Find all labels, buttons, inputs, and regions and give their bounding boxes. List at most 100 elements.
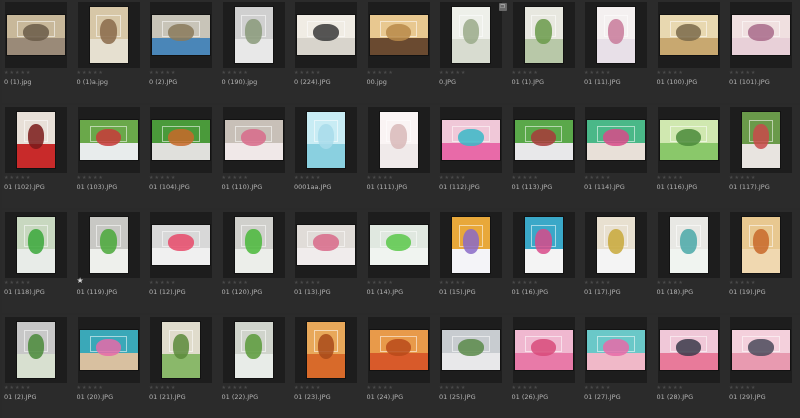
thumbnail-frame[interactable] (512, 212, 575, 278)
thumbnail-frame[interactable] (295, 317, 357, 383)
rating-stars[interactable]: ★★★★★ (222, 385, 249, 391)
thumbnail-frame[interactable] (77, 317, 140, 383)
thumbnail-frame[interactable] (295, 107, 357, 173)
rating-stars[interactable]: ★★★★★ (584, 385, 611, 391)
rating-stars[interactable]: ★★★★★ (584, 175, 611, 181)
thumbnail-image[interactable] (17, 112, 55, 168)
thumbnail-frame[interactable] (512, 317, 575, 383)
rating-stars[interactable]: ★★★★★ (294, 280, 321, 286)
rating-stars[interactable]: ★★★★★ (367, 385, 394, 391)
thumbnail-cell[interactable]: ★★★★★ 01 (21).JPG (147, 315, 220, 418)
rating-stars[interactable]: ★★★★★ (584, 70, 611, 76)
rating-stars[interactable]: ★★★★★ (77, 70, 104, 76)
thumbnail-frame[interactable] (150, 107, 212, 173)
thumbnail-cell[interactable]: ★★★★★ 01 (113).JPG (509, 105, 582, 208)
rating-stars[interactable]: ★★★★★ (294, 70, 321, 76)
thumbnail-image[interactable] (17, 322, 55, 378)
thumbnail-frame[interactable] (367, 107, 430, 173)
thumbnail-image[interactable] (162, 322, 200, 378)
thumbnail-cell[interactable]: ★★★★★ 01 (16).JPG (509, 210, 582, 313)
thumbnail-cell[interactable]: ★★★★★ 01 (114).JPG (582, 105, 655, 208)
rating-stars[interactable]: ★★★★★ (367, 280, 394, 286)
thumbnail-frame[interactable] (512, 2, 575, 68)
thumbnail-frame[interactable] (730, 107, 792, 173)
rating-stars[interactable]: ★★★★★ (657, 70, 684, 76)
rating-stars[interactable]: ★★★★★ (657, 385, 684, 391)
thumbnail-frame[interactable] (657, 317, 720, 383)
thumbnail-cell[interactable]: ★★★★★ 01 (14).JPG (364, 210, 437, 313)
thumbnail-cell[interactable]: ★★★★★ 01 (116).JPG (654, 105, 727, 208)
rating-stars[interactable]: ★ (77, 277, 85, 285)
thumbnail-frame[interactable] (730, 212, 792, 278)
thumbnail-image[interactable] (89, 7, 128, 63)
thumbnail-frame[interactable] (512, 107, 575, 173)
thumbnail-frame[interactable] (440, 107, 502, 173)
thumbnail-cell[interactable]: ★★★★★ 01 (2).JPG (2, 315, 75, 418)
thumbnail-image[interactable] (307, 112, 345, 168)
thumbnail-image[interactable] (514, 330, 573, 370)
thumbnail-image[interactable] (152, 225, 210, 265)
thumbnail-image[interactable] (659, 330, 718, 370)
thumbnail-cell[interactable]: ★★★★★ 01 (19).JPG (727, 210, 800, 313)
thumbnail-cell[interactable]: ★★★★★ 01 (25).JPG (437, 315, 510, 418)
rating-stars[interactable]: ★★★★★ (294, 385, 321, 391)
thumbnail-image[interactable] (79, 330, 138, 370)
thumbnail-cell[interactable]: ★★★★★ 01 (110).JPG (219, 105, 292, 208)
thumbnail-frame[interactable] (730, 317, 792, 383)
thumbnail-image[interactable] (369, 15, 428, 55)
thumbnail-cell[interactable]: ★★★★★ 01 (111).JPG (364, 105, 437, 208)
thumbnail-frame[interactable] (440, 2, 502, 68)
thumbnail-frame[interactable] (5, 2, 67, 68)
thumbnail-frame[interactable] (657, 107, 720, 173)
thumbnail-frame[interactable] (367, 2, 430, 68)
rating-stars[interactable]: ★★★★★ (657, 175, 684, 181)
rating-stars[interactable]: ★★★★★ (294, 175, 321, 181)
thumbnail-image[interactable] (742, 217, 780, 273)
rating-stars[interactable]: ★★★★★ (4, 70, 31, 76)
thumbnail-frame[interactable] (222, 107, 285, 173)
thumbnail-frame[interactable] (585, 212, 647, 278)
thumbnail-image[interactable] (514, 120, 573, 160)
rating-stars[interactable]: ★★★★★ (657, 280, 684, 286)
thumbnail-image[interactable] (442, 120, 500, 160)
rating-stars[interactable]: ★★★★★ (149, 175, 176, 181)
rating-stars[interactable]: ★★★★★ (439, 175, 466, 181)
thumbnail-frame[interactable] (5, 212, 67, 278)
thumbnail-frame[interactable] (367, 317, 430, 383)
rating-stars[interactable]: ★★★★★ (149, 280, 176, 286)
rating-stars[interactable]: ★★★★★ (512, 385, 539, 391)
thumbnail-cell[interactable]: ★★★★★ 01 (100).JPG (654, 0, 727, 103)
rating-stars[interactable]: ★★★★★ (512, 175, 539, 181)
thumbnail-image[interactable] (17, 217, 55, 273)
thumbnail-cell[interactable]: ★★★★★ 01 (104).JPG (147, 105, 220, 208)
thumbnail-frame[interactable] (150, 212, 212, 278)
thumbnail-frame[interactable] (585, 2, 647, 68)
rating-stars[interactable]: ★★★★★ (77, 385, 104, 391)
thumbnail-image[interactable] (524, 217, 563, 273)
thumbnail-cell[interactable]: ★★★★★ 01 (24).JPG (364, 315, 437, 418)
thumbnail-cell[interactable]: ★★★★★ 00.jpg (364, 0, 437, 103)
thumbnail-image[interactable] (379, 112, 418, 168)
rating-stars[interactable]: ★★★★★ (367, 175, 394, 181)
thumbnail-cell[interactable]: ★★★★★ 01 (27).JPG (582, 315, 655, 418)
thumbnail-frame[interactable] (295, 2, 357, 68)
thumbnail-cell[interactable]: ★★★★★ 0 (190).jpg (219, 0, 292, 103)
rating-stars[interactable]: ★★★★★ (729, 385, 756, 391)
thumbnail-image[interactable] (7, 15, 65, 55)
thumbnail-frame[interactable] (150, 2, 212, 68)
rating-stars[interactable]: ★★★★★ (4, 385, 31, 391)
thumbnail-image[interactable] (224, 120, 283, 160)
thumbnail-image[interactable] (732, 15, 790, 55)
thumbnail-image[interactable] (297, 15, 355, 55)
rating-stars[interactable]: ★★★★★ (77, 175, 104, 181)
thumbnail-image[interactable] (659, 120, 718, 160)
thumbnail-cell[interactable]: ★★★★★ 0 (1)a.jpg (74, 0, 147, 103)
thumbnail-image[interactable] (152, 120, 210, 160)
thumbnail-frame[interactable] (295, 212, 357, 278)
thumbnail-image[interactable] (234, 217, 273, 273)
thumbnail-cell[interactable]: ★★★★★ 01 (101).JPG (727, 0, 800, 103)
rating-stars[interactable]: ★★★★★ (439, 70, 466, 76)
thumbnail-image[interactable] (152, 15, 210, 55)
thumbnail-frame[interactable] (150, 317, 212, 383)
thumbnail-cell[interactable]: ★★★★★ 0 (2).JPG (147, 0, 220, 103)
